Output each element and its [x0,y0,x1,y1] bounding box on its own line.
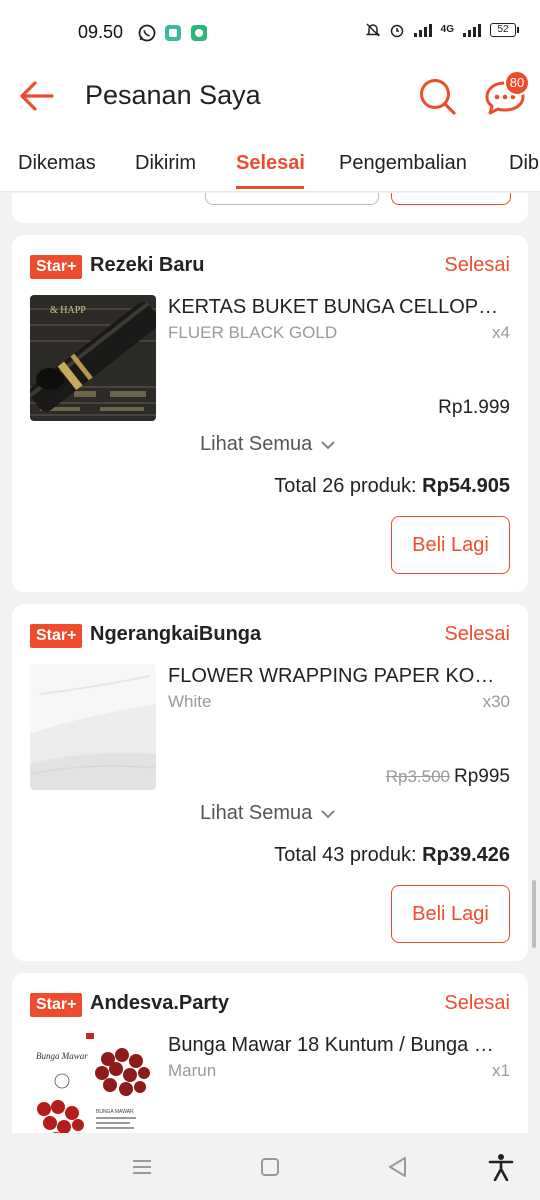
order-total: Total 43 produk: Rp39.426 [274,844,510,867]
message-app-icon [191,25,207,41]
mute-bell-icon [365,23,380,37]
alarm-icon [390,24,403,38]
shop-name[interactable]: Rezeki Baru [90,254,205,277]
original-price: Rp3.500 [385,767,450,786]
active-tab-indicator [236,186,304,189]
total-value: Rp54.905 [422,475,510,497]
total-label: Total 43 produk: [274,844,417,866]
white-paper-image [30,664,156,790]
order-status: Selesai [444,992,510,1014]
accessibility-icon[interactable] [486,1153,516,1181]
status-icons: 4G 52 [365,22,519,38]
see-all-label: Lihat Semua [200,802,313,824]
menu-icon[interactable] [127,1153,157,1181]
partial-secondary-button[interactable] [205,193,379,205]
order-total: Total 26 produk: Rp54.905 [274,475,510,498]
see-all-link[interactable]: Lihat Semua [200,802,336,825]
tab-selesai[interactable]: Selesai [236,152,305,175]
order-card[interactable]: Star+ Andesva.Party Selesai Bunga Mawar [12,973,528,1133]
see-all-link[interactable]: Lihat Semua [200,433,336,456]
thumb-text: & HAPP [50,305,86,316]
app-header: Pesanan Saya 80 [0,64,540,128]
buy-again-button[interactable]: Beli Lagi [391,885,510,943]
thumb-title: Bunga Mawar [36,1051,88,1061]
order-status: Selesai [444,254,510,276]
total-label: Total 26 produk: [274,475,417,497]
scrollbar-thumb[interactable] [532,880,536,948]
network-type: 4G [440,24,454,35]
product-name[interactable]: KERTAS BUKET BUNGA CELLOPHANE [168,296,508,319]
system-nav-bar [0,1133,540,1200]
status-bar: 09.50 4G 52 [0,0,540,64]
product-thumbnail[interactable] [30,664,156,790]
star-plus-badge: Star+ [30,255,83,279]
red-roses-image: Bunga Mawar BUNGA MAWAR [30,1033,156,1133]
price-line: Rp3.500 Rp995 [386,766,510,788]
arrow-left-icon[interactable] [18,78,56,114]
thumb-caption: BUNGA MAWAR [96,1109,134,1115]
battery-icon: 52 [490,23,519,37]
price-line: Rp1.999 [438,397,510,419]
chevron-down-icon [321,809,335,818]
order-list[interactable]: Star+ Rezeki Baru Selesai & HAPP KERTAS … [0,193,540,1133]
order-card[interactable]: Star+ NgerangkaiBunga Selesai FLOWER WRA… [12,604,528,961]
star-plus-badge: Star+ [30,993,83,1017]
product-name[interactable]: FLOWER WRAPPING PAPER KOREA [168,665,508,688]
order-card[interactable]: Star+ Rezeki Baru Selesai & HAPP KERTAS … [12,235,528,592]
shop-name[interactable]: Andesva.Party [90,992,229,1015]
order-tabs: Dikemas Dikirim Selesai Pengembalian Dib [0,128,540,192]
partial-buy-again-button[interactable] [391,193,511,205]
star-plus-badge: Star+ [30,624,83,648]
product-quantity: x30 [482,692,510,711]
whatsapp-icon [138,24,156,42]
chevron-down-icon [321,440,335,449]
buy-again-button[interactable]: Beli Lagi [391,516,510,574]
tab-dibatalkan[interactable]: Dib [509,152,539,175]
page-title: Pesanan Saya [85,80,261,110]
product-quantity: x4 [492,323,510,342]
tab-pengembalian[interactable]: Pengembalian [339,152,467,175]
product-thumbnail[interactable]: Bunga Mawar BUNGA MAWAR [30,1033,156,1133]
app-icon [165,25,181,41]
product-price: Rp1.999 [438,397,510,418]
black-gold-paper-image: & HAPP [30,295,156,421]
product-quantity: x1 [492,1061,510,1080]
back-triangle-icon[interactable] [383,1153,413,1181]
see-all-label: Lihat Semua [200,433,313,455]
tab-dikemas[interactable]: Dikemas [18,152,96,175]
signal-icon [413,24,432,37]
order-status: Selesai [444,623,510,645]
status-time: 09.50 [78,22,124,42]
order-card-partial [12,193,528,223]
chat-badge: 80 [504,70,530,96]
shop-name[interactable]: NgerangkaiBunga [90,623,261,646]
product-variant: White [168,692,212,711]
product-price: Rp995 [454,766,510,787]
product-variant: FLUER BLACK GOLD [168,323,338,342]
product-thumbnail[interactable]: & HAPP [30,295,156,421]
total-value: Rp39.426 [422,844,510,866]
signal-icon-2 [463,24,481,37]
product-variant: Marun [168,1061,217,1080]
product-name[interactable]: Bunga Mawar 18 Kuntum / Bunga Mawar [168,1034,508,1057]
home-square-icon[interactable] [255,1153,285,1181]
tab-dikirim[interactable]: Dikirim [135,152,196,175]
search-icon[interactable] [417,76,457,116]
